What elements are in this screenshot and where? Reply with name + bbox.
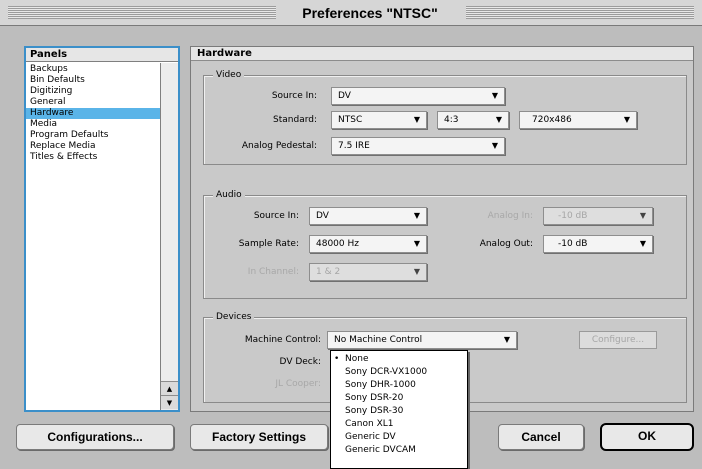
chevron-down-icon: ▼ (491, 91, 498, 100)
video-standard-label: Standard: (273, 115, 317, 125)
analog-in-value: -10 dB (558, 211, 588, 221)
cancel-button[interactable]: Cancel (498, 424, 584, 450)
panel-item-hardware[interactable]: Hardware (26, 108, 160, 119)
dv-deck-dropdown[interactable]: • None Sony DCR-VX1000 Sony DHR-1000 Sony… (330, 350, 468, 469)
in-channel-value: 1 & 2 (316, 267, 341, 277)
video-aspect-value: 4:3 (444, 115, 459, 125)
video-resolution-value: 720x486 (532, 115, 572, 125)
analog-out-value: -10 dB (558, 239, 588, 249)
dv-deck-option-canon-xl1[interactable]: Canon XL1 (331, 419, 467, 429)
video-group-title: Video (213, 70, 245, 80)
chevron-down-icon: ▼ (495, 115, 502, 124)
video-resolution-select[interactable]: 720x486 ▼ (519, 111, 637, 129)
video-pedestal-value: 7.5 IRE (338, 141, 370, 151)
in-channel-select[interactable]: 1 & 2 ▼ (309, 263, 427, 281)
analog-out-select[interactable]: -10 dB ▼ (543, 235, 653, 253)
dv-deck-option-sony-dsr-20[interactable]: Sony DSR-20 (331, 393, 467, 403)
chevron-down-icon: ▼ (491, 141, 498, 150)
configurations-button[interactable]: Configurations... (16, 424, 174, 450)
dv-deck-option-generic-dv[interactable]: Generic DV (331, 432, 467, 442)
video-aspect-select[interactable]: 4:3 ▼ (437, 111, 509, 129)
panels-scrollbar[interactable]: ▲ ▼ (160, 63, 178, 410)
ok-button[interactable]: OK (600, 423, 694, 451)
chevron-down-icon: ▼ (639, 211, 646, 220)
machine-control-value: No Machine Control (334, 335, 423, 345)
dv-deck-option-generic-dvcam[interactable]: Generic DVCAM (331, 445, 467, 455)
sample-rate-select[interactable]: 48000 Hz ▼ (309, 235, 427, 253)
video-standard-select[interactable]: NTSC ▼ (331, 111, 427, 129)
title-bar: Preferences "NTSC" (0, 0, 702, 26)
machine-control-label: Machine Control: (244, 335, 321, 345)
panel-item-replace-media[interactable]: Replace Media (26, 141, 160, 152)
jl-cooper-label: JL Cooper: (275, 379, 321, 389)
panels-list[interactable]: Panels Backups Bin Defaults Digitizing G… (24, 46, 180, 412)
panel-item-general[interactable]: General (26, 97, 160, 108)
video-standard-value: NTSC (338, 115, 363, 125)
video-source-select[interactable]: DV ▼ (331, 87, 505, 105)
audio-source-value: DV (316, 211, 329, 221)
bullet-icon: • (334, 354, 340, 364)
video-source-value: DV (338, 91, 351, 101)
dv-deck-option-none[interactable]: • None (331, 354, 467, 364)
panel-item-program-defaults[interactable]: Program Defaults (26, 130, 160, 141)
panel-item-media[interactable]: Media (26, 119, 160, 130)
panels-header: Panels (26, 48, 178, 62)
title-bar-stripes-right (466, 6, 694, 19)
analog-out-label: Analog Out: (479, 239, 533, 249)
audio-source-label: Source In: (253, 211, 299, 221)
sample-rate-value: 48000 Hz (316, 239, 359, 249)
panel-item-bin-defaults[interactable]: Bin Defaults (26, 75, 160, 86)
panel-item-digitizing[interactable]: Digitizing (26, 86, 160, 97)
panel-item-backups[interactable]: Backups (26, 64, 160, 75)
in-channel-label: In Channel: (247, 267, 299, 277)
dv-deck-option-sony-dsr-30[interactable]: Sony DSR-30 (331, 406, 467, 416)
chevron-down-icon: ▼ (413, 239, 420, 248)
video-source-label: Source In: (271, 91, 317, 101)
panel-item-titles-effects[interactable]: Titles & Effects (26, 152, 160, 163)
dv-deck-option-sony-dhr-1000[interactable]: Sony DHR-1000 (331, 380, 467, 390)
analog-in-select[interactable]: -10 dB ▼ (543, 207, 653, 225)
devices-group-title: Devices (213, 312, 255, 322)
scroll-up-icon[interactable]: ▲ (161, 381, 178, 395)
dv-deck-option-sony-dcr-vx1000[interactable]: Sony DCR-VX1000 (331, 367, 467, 377)
sample-rate-label: Sample Rate: (238, 239, 299, 249)
scroll-down-icon[interactable]: ▼ (161, 395, 178, 409)
video-pedestal-label: Analog Pedestal: (241, 141, 317, 151)
machine-control-select[interactable]: No Machine Control ▼ (327, 331, 517, 349)
window-title: Preferences "NTSC" (283, 3, 457, 23)
audio-group-title: Audio (213, 190, 245, 200)
title-bar-stripes-left (8, 6, 276, 19)
chevron-down-icon: ▼ (623, 115, 630, 124)
chevron-down-icon: ▼ (413, 115, 420, 124)
factory-settings-button[interactable]: Factory Settings (190, 424, 328, 450)
hardware-header: Hardware (191, 47, 693, 61)
dv-deck-label: DV Deck: (279, 357, 321, 367)
audio-source-select[interactable]: DV ▼ (309, 207, 427, 225)
chevron-down-icon: ▼ (503, 335, 510, 344)
dv-deck-option-label: None (345, 354, 369, 364)
chevron-down-icon: ▼ (413, 211, 420, 220)
configure-button[interactable]: Configure... (579, 331, 657, 349)
chevron-down-icon: ▼ (413, 267, 420, 276)
analog-in-label: Analog In: (487, 211, 533, 221)
video-pedestal-select[interactable]: 7.5 IRE ▼ (331, 137, 505, 155)
chevron-down-icon: ▼ (639, 239, 646, 248)
